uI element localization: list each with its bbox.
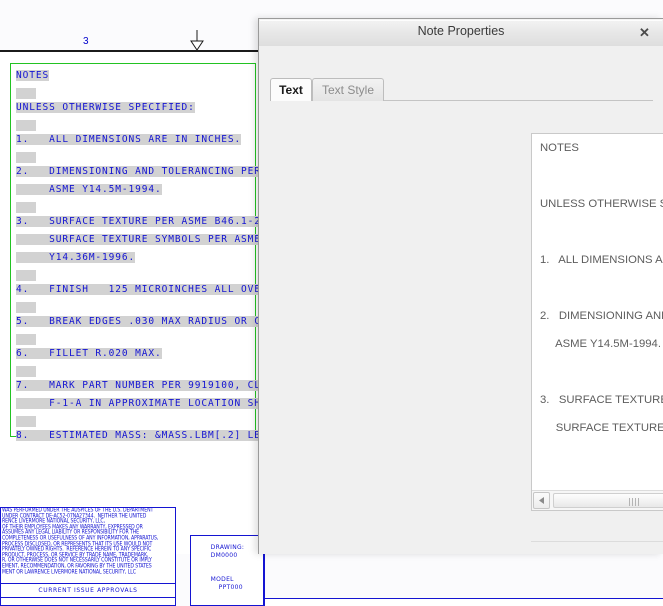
close-icon[interactable]: ✕ (636, 24, 653, 41)
title-block-model-row: MODEL PPT000 (191, 568, 263, 600)
drawing-note-line (16, 334, 36, 345)
drawing-note-line: 2. DIMENSIONING AND TOLERANCING PER (16, 166, 261, 177)
drawing-note-line (16, 152, 36, 163)
horizontal-grip-icon (629, 498, 640, 506)
note-text-line (540, 365, 663, 393)
dialog-title: Note Properties (417, 24, 505, 38)
horizontal-scrollbar-thumb[interactable] (553, 493, 663, 508)
note-text-line: NOTES (540, 142, 579, 154)
title-block-drawing-row: DRAWING: DM0000 (191, 536, 263, 568)
drawing-note-line (16, 366, 36, 377)
drawing-note-line: 3. SURFACE TEXTURE PER ASME B46.1-2002 (16, 216, 281, 227)
drawing-title-block: DRAWING: DM0000 MODEL PPT000 TYPE PART L… (190, 535, 264, 606)
drawing-note-line: SURFACE TEXTURE SYMBOLS PER ASME (16, 234, 261, 245)
drawing-note-line (16, 416, 36, 427)
note-text-line (540, 281, 663, 309)
dialog-body: Text Text Style NOTES UNLESS OTHERWISE SP… (259, 46, 663, 554)
drawing-note-line: 7. MARK PART NUMBER PER 9919100, CLASS (16, 380, 281, 391)
drawing-label: DRAWING: (210, 544, 245, 551)
drawing-note-line: NOTES (16, 70, 50, 81)
model-label: MODEL (210, 576, 234, 583)
drawing-note-line: ASME Y14.5M-1994. (16, 184, 162, 195)
drawing-note-line (16, 88, 36, 99)
drawing-note-line: 4. FINISH 125 MICROINCHES ALL OVER (16, 284, 268, 295)
note-text-content[interactable]: NOTES UNLESS OTHERWISE SPECIFIED: 1. ALL D… (532, 134, 663, 490)
drawing-note-line (16, 270, 36, 281)
drawing-note-line (16, 302, 36, 313)
dialog-title-bar[interactable]: Note Properties ✕ (259, 19, 663, 47)
drawing-note-line: F-1-A IN APPROXIMATE LOCATION SHOWN (16, 398, 281, 409)
note-text-line: 3. SURFACE TEXTURE PER ASME B46.1-200 (540, 394, 663, 406)
legal-disclaimer-block: WAS PERFORMED UNDER THE AUSPICES OF THE … (0, 507, 176, 589)
footer-separator (531, 541, 663, 542)
drawing-note-line (16, 202, 36, 213)
note-text-line: SURFACE TEXTURE SYMBOLS PER ASME (555, 422, 663, 434)
title-block-bottom-strip (264, 598, 663, 606)
drawing-note-line (16, 120, 36, 131)
tab-text-style[interactable]: Text Style (312, 78, 384, 101)
drawing-note-line: Y14.36M-1996. (16, 252, 136, 263)
approvals-empty-band (0, 598, 176, 606)
title-block-type-row: TYPE PART (191, 600, 263, 605)
note-text-line: 1. ALL DIMENSIONS ARE IN INCHES. (540, 254, 663, 266)
tab-text[interactable]: Text (270, 78, 312, 101)
tab-strip: Text Text Style (270, 78, 653, 101)
scroll-left-arrow-icon[interactable] (533, 492, 550, 509)
note-properties-dialog: Note Properties ✕ Text Text Style NOTES U… (258, 18, 663, 554)
ruler-pointer-marker[interactable] (190, 30, 204, 51)
note-text-line: UNLESS OTHERWISE SPECIFIED: (540, 198, 663, 210)
current-issue-approvals-band: CURRENT ISSUE APPROVALS (0, 583, 176, 598)
drawing-note-line: 8. ESTIMATED MASS: &MASS.LBM[.2] LBM (16, 430, 268, 441)
model-value: PPT000 (218, 584, 243, 591)
note-text-line (540, 169, 663, 197)
drawing-note-line: 1. ALL DIMENSIONS ARE IN INCHES. (16, 134, 242, 145)
note-text-line (540, 225, 663, 253)
legal-text-line: MENT OR LAWRENCE LIVERMORE NATIONAL SECU… (2, 568, 136, 576)
horizontal-scrollbar[interactable] (532, 490, 663, 510)
drawing-value: DM0000 (210, 552, 238, 559)
note-text-area[interactable]: NOTES UNLESS OTHERWISE SPECIFIED: 1. ALL D… (531, 133, 663, 511)
note-text-line: ASME Y14.5M-1994. (540, 338, 661, 350)
ruler-tick-label: 3 (83, 36, 89, 47)
note-text-line: 2. DIMENSIONING AND TOLERANCING PER (540, 310, 663, 322)
drawing-note-line: UNLESS OTHERWISE SPECIFIED: (16, 102, 195, 113)
drawing-note-line: 6. FILLET R.020 MAX. (16, 348, 162, 359)
